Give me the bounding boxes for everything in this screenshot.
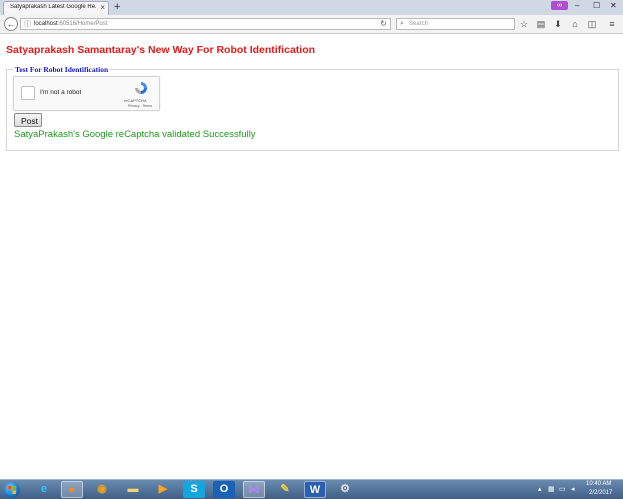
- visual-studio-icon[interactable]: ⋈: [243, 481, 265, 498]
- fieldset-legend: Test For Robot Identification: [13, 65, 111, 74]
- tools-icon[interactable]: ✎: [274, 481, 296, 498]
- recaptcha-widget: I'm not a robot reCAPTCHA Privacy - Term…: [13, 76, 160, 111]
- tab-close-icon[interactable]: ×: [100, 3, 105, 13]
- menu-icon[interactable]: ≡: [606, 18, 618, 30]
- start-button[interactable]: [4, 482, 20, 498]
- reload-button[interactable]: ↻: [380, 19, 387, 29]
- close-window-button[interactable]: ✕: [610, 1, 617, 11]
- maximize-button[interactable]: ☐: [593, 1, 600, 11]
- reading-list-icon[interactable]: ▤: [535, 18, 547, 30]
- tab-strip: Satyaprakash Latest Google Re... × + ∞ –…: [0, 0, 623, 15]
- file-explorer-icon[interactable]: ▬: [122, 481, 144, 498]
- download-icon[interactable]: ⬇: [552, 18, 564, 30]
- back-button[interactable]: ←: [4, 17, 18, 31]
- url-text: localhost:60516/Home/Post: [34, 20, 107, 29]
- tray-arrow-icon[interactable]: ▴: [538, 485, 542, 494]
- minimize-button[interactable]: –: [575, 1, 579, 11]
- outlook-icon[interactable]: O: [213, 481, 235, 498]
- chrome-icon[interactable]: ◉: [91, 481, 113, 498]
- settings-icon[interactable]: ⚙: [334, 481, 356, 498]
- navigation-bar: ← ⓘ localhost:60516/Home/Post ↻ ⌕ Search…: [0, 15, 623, 34]
- recaptcha-brand: reCAPTCHA: [124, 98, 147, 103]
- tab-title: Satyaprakash Latest Google Re...: [10, 4, 96, 10]
- tray-network-icon[interactable]: ▦: [548, 485, 555, 494]
- windows-logo-icon: [8, 486, 16, 494]
- skype-icon[interactable]: S: [183, 481, 205, 498]
- new-tab-button[interactable]: +: [114, 1, 120, 13]
- search-icon: ⌕: [400, 20, 404, 27]
- word-icon[interactable]: W: [304, 481, 326, 498]
- pocket-icon[interactable]: ◫: [586, 18, 598, 30]
- page-title: Satyaprakash Samantaray's New Way For Ro…: [6, 44, 316, 56]
- browser-tab[interactable]: Satyaprakash Latest Google Re... ×: [3, 1, 109, 15]
- tray-monitor-icon[interactable]: ▭: [559, 485, 566, 494]
- search-input[interactable]: ⌕ Search: [396, 18, 515, 30]
- star-icon[interactable]: ☆: [518, 18, 530, 30]
- url-bar[interactable]: ⓘ localhost:60516/Home/Post ↻: [20, 18, 391, 30]
- tray-volume-icon[interactable]: ◂: [571, 485, 575, 494]
- search-placeholder: Search: [409, 21, 429, 27]
- url-path: :60516/Home/Post: [57, 21, 108, 27]
- home-icon[interactable]: ⌂: [569, 18, 581, 30]
- private-browsing-icon: ∞: [551, 1, 568, 10]
- clock-time[interactable]: 10:40 AM: [586, 481, 611, 487]
- info-icon[interactable]: ⓘ: [24, 20, 31, 29]
- recaptcha-label: I'm not a robot: [40, 89, 82, 96]
- post-button[interactable]: Post: [14, 113, 42, 127]
- url-host: localhost: [34, 21, 58, 27]
- clock-date[interactable]: 2/2/2017: [589, 490, 612, 496]
- internet-explorer-icon[interactable]: e: [33, 481, 55, 498]
- recaptcha-privacy-terms[interactable]: Privacy - Terms: [128, 104, 152, 108]
- recaptcha-checkbox[interactable]: [21, 86, 35, 100]
- media-player-icon[interactable]: ▶: [152, 481, 174, 498]
- firefox-icon[interactable]: ●: [61, 481, 83, 498]
- success-message: SatyaPrakash's Google reCaptcha validate…: [14, 129, 256, 140]
- windows-taskbar: e ● ◉ ▬ ▶ S O ⋈ ✎ W ⚙ ▴ ▦ ▭ ◂ 10:40 AM 2…: [0, 479, 623, 499]
